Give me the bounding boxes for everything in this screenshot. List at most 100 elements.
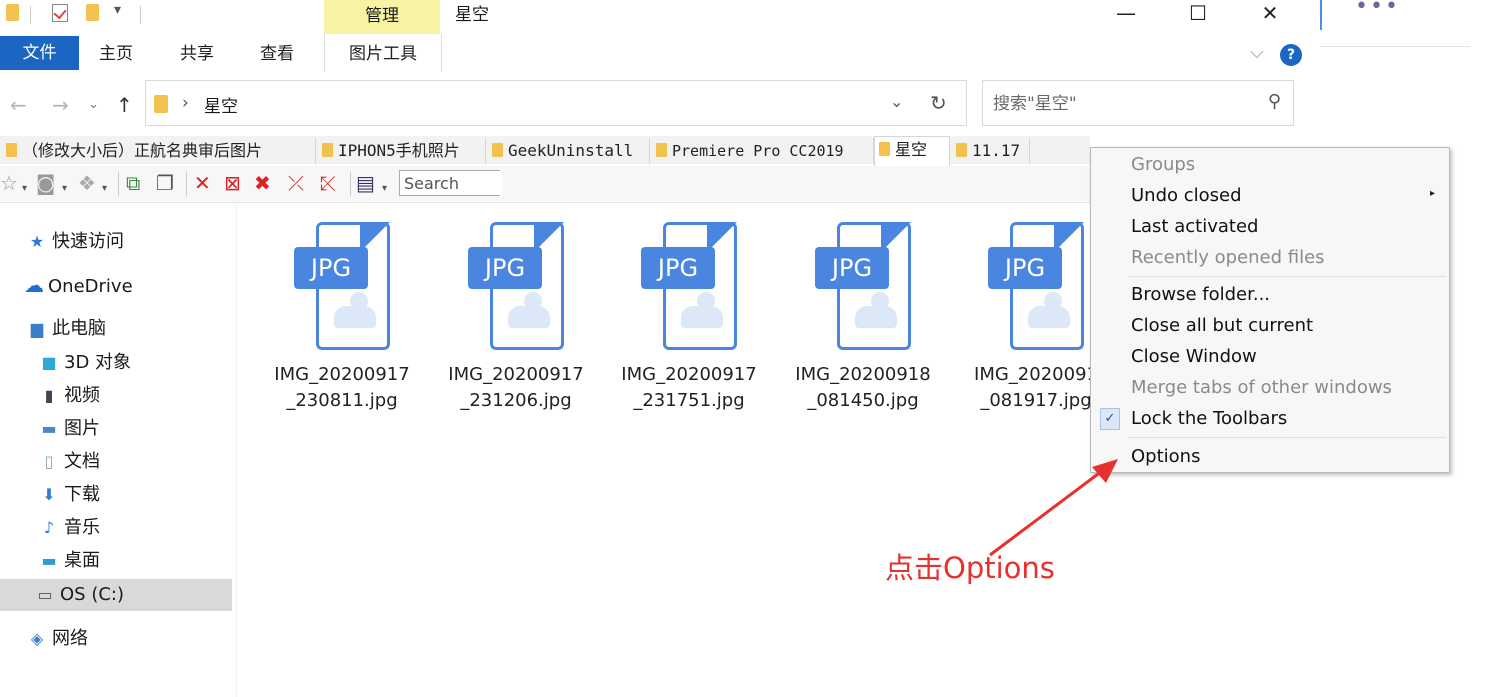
- divider: [140, 6, 141, 24]
- sidebar-item-label: 网络: [52, 628, 88, 649]
- expand-ribbon-icon[interactable]: ⌵: [1250, 42, 1264, 63]
- tab-file[interactable]: 文件: [0, 36, 79, 70]
- chevron-down-icon[interactable]: ⌄: [890, 92, 903, 111]
- chevron-down-icon[interactable]: ▾: [62, 178, 67, 200]
- divider: [236, 204, 237, 697]
- close-left-icon[interactable]: ⤫: [288, 172, 304, 194]
- jpg-file-icon: JPG: [468, 222, 564, 352]
- folder-icon: [6, 143, 17, 157]
- annotation-text: 点击Options: [885, 551, 1055, 585]
- tab-manage[interactable]: 管理: [324, 0, 440, 34]
- group-icon[interactable]: ❖: [78, 172, 96, 194]
- close-right-icon[interactable]: ⤪: [320, 172, 336, 194]
- chevron-down-icon[interactable]: ▾: [382, 178, 387, 200]
- folder-tab[interactable]: GeekUninstall: [488, 138, 650, 164]
- sidebar-item-onedrive[interactable]: ☁ OneDrive: [24, 270, 133, 300]
- menu-item-options[interactable]: Options: [1131, 445, 1200, 469]
- history-icon[interactable]: ◙: [36, 172, 55, 194]
- menu-item-close-window[interactable]: Close Window: [1131, 345, 1257, 369]
- forward-icon[interactable]: →: [52, 93, 69, 117]
- menu-item-lock-toolbars[interactable]: Lock the Toolbars: [1131, 407, 1287, 431]
- folder-tab[interactable]: Premiere Pro CC2019: [652, 138, 874, 164]
- toolbar-search[interactable]: [399, 170, 502, 196]
- folder-tab[interactable]: IPHON5手机照片: [318, 138, 486, 164]
- search-bar[interactable]: ⚲: [982, 80, 1294, 126]
- close-tab-icon[interactable]: ✕: [194, 172, 211, 194]
- search-icon[interactable]: ⚲: [1268, 91, 1281, 112]
- chevron-down-icon[interactable]: ▾: [22, 178, 27, 200]
- menu-item-undo-closed[interactable]: Undo closed: [1131, 184, 1242, 208]
- sidebar-item-3d-objects[interactable]: ■ 3D 对象: [40, 348, 131, 378]
- more-icon[interactable]: •••: [1355, 0, 1400, 19]
- sidebar-item-quick-access[interactable]: ★ 快速访问: [28, 227, 124, 257]
- file-item[interactable]: JPG IMG_20200918 _081450.jpg: [783, 222, 943, 414]
- folder-tab-active[interactable]: 星空: [874, 136, 950, 166]
- customize-quick-access-icon[interactable]: ▾: [114, 2, 121, 18]
- menu-item-merge-tabs: Merge tabs of other windows: [1131, 377, 1392, 398]
- sidebar-item-desktop[interactable]: ▬ 桌面: [40, 546, 100, 576]
- network-icon: ◈: [30, 629, 44, 648]
- folder-tab[interactable]: 11.17: [952, 138, 1030, 164]
- check-icon: ✓: [1100, 408, 1120, 430]
- menu-item-last-activated[interactable]: Last activated: [1131, 215, 1258, 239]
- folder-tab[interactable]: （修改大小后）正航名典审后图片: [2, 138, 316, 164]
- folder-tab-label: Premiere Pro CC2019: [672, 142, 844, 160]
- breadcrumb[interactable]: 星空: [204, 92, 238, 117]
- music-icon: ♪: [43, 518, 55, 537]
- sidebar-item-videos[interactable]: ▮ 视频: [40, 381, 100, 411]
- file-item[interactable]: JPG IMG_20200917 _231751.jpg: [609, 222, 769, 414]
- chevron-down-icon[interactable]: ▾: [102, 178, 107, 200]
- close-others-icon[interactable]: ✖: [254, 172, 271, 194]
- folder-icon: [956, 143, 967, 157]
- drive-icon: ▭: [37, 585, 53, 604]
- address-bar[interactable]: › 星空 ⌄: [145, 80, 967, 126]
- tab-view[interactable]: 查看: [260, 36, 294, 70]
- window-title: 星空: [455, 5, 489, 25]
- folder-tab-label: （修改大小后）正航名典审后图片: [22, 141, 263, 160]
- sidebar-item-documents[interactable]: ▯ 文档: [40, 447, 100, 477]
- recent-locations-icon[interactable]: ⌄: [88, 97, 99, 112]
- window-edge: [1320, 0, 1322, 30]
- breadcrumb-separator: ›: [182, 93, 189, 113]
- up-icon[interactable]: ↑: [116, 93, 133, 117]
- sidebar-item-downloads[interactable]: ⬇ 下载: [40, 480, 100, 510]
- folder-tab-label: 星空: [895, 140, 928, 159]
- tab-picture-tools[interactable]: 图片工具: [324, 34, 442, 72]
- menu-item-browse-folder[interactable]: Browse folder...: [1131, 283, 1270, 307]
- divider: [118, 172, 119, 196]
- search-input[interactable]: [991, 89, 1255, 119]
- tab-share[interactable]: 共享: [180, 36, 214, 70]
- minimize-button[interactable]: —: [1096, 0, 1156, 28]
- file-item[interactable]: JPG IMG_20200917 _230811.jpg: [262, 222, 422, 414]
- maximize-button[interactable]: ☐: [1168, 0, 1228, 28]
- help-button[interactable]: ?: [1280, 44, 1302, 66]
- cloud-icon: ☁: [24, 273, 44, 297]
- folder-tab-label: GeekUninstall: [508, 141, 634, 160]
- back-icon[interactable]: ←: [10, 93, 27, 117]
- computer-icon: ▆: [30, 319, 44, 338]
- toolbar-search-input[interactable]: [400, 171, 502, 195]
- refresh-icon[interactable]: ↻: [930, 91, 947, 115]
- favorites-star-icon[interactable]: ☆: [0, 172, 18, 194]
- menu-item-groups: Groups: [1131, 154, 1196, 175]
- file-item[interactable]: JPG IMG_20200917 _231206.jpg: [436, 222, 596, 414]
- sidebar-item-label: 文档: [64, 451, 100, 472]
- sidebar-item-music[interactable]: ♪ 音乐: [40, 513, 100, 543]
- duplicate-tab-icon[interactable]: ⧉: [126, 172, 140, 194]
- new-folder-icon[interactable]: [86, 4, 99, 21]
- tab-home[interactable]: 主页: [99, 36, 133, 70]
- view-mode-icon[interactable]: ▤: [356, 172, 375, 194]
- sidebar-item-network[interactable]: ◈ 网络: [28, 624, 88, 654]
- close-window-icon[interactable]: ⊠: [224, 172, 241, 194]
- menu-item-close-all-but-current[interactable]: Close all but current: [1131, 314, 1313, 338]
- clone-window-icon[interactable]: ❐: [156, 172, 174, 194]
- download-icon: ⬇: [42, 485, 56, 504]
- close-button[interactable]: ✕: [1240, 0, 1300, 28]
- sidebar-item-label: 图片: [64, 418, 100, 439]
- sidebar-item-this-pc[interactable]: ▆ 此电脑: [28, 314, 106, 344]
- sidebar-item-os-c[interactable]: ▭ OS (C:): [0, 579, 232, 611]
- sidebar-item-pictures[interactable]: ▬ 图片: [40, 414, 100, 444]
- sidebar-item-label: 视频: [64, 385, 100, 406]
- properties-icon[interactable]: [52, 4, 68, 22]
- folder-icon[interactable]: [6, 4, 19, 21]
